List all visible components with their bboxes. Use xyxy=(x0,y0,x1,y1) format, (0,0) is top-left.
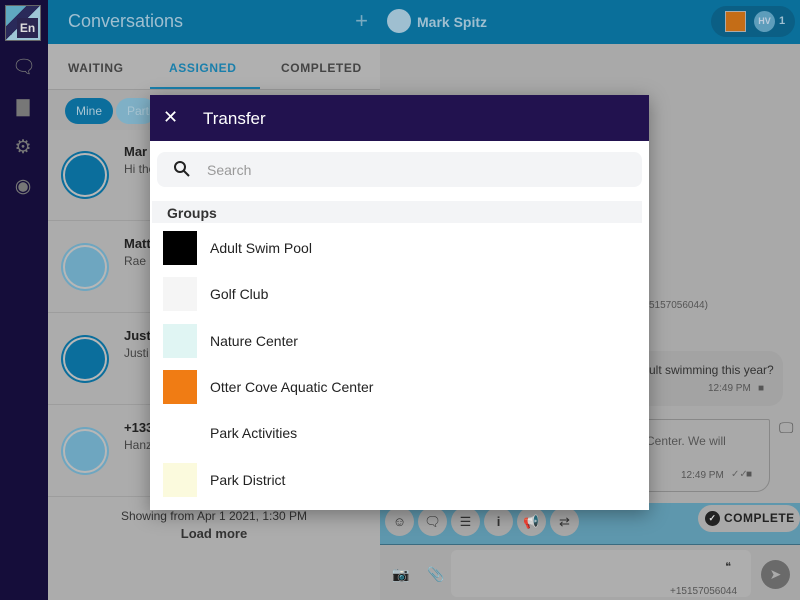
sms-icon: ■ xyxy=(758,383,765,394)
phone-number-text: 5157056044) xyxy=(649,300,708,311)
tab-completed[interactable]: COMPLETED xyxy=(281,61,362,75)
add-conversation-button[interactable]: + xyxy=(355,8,368,34)
notes-button[interactable]: ☰ xyxy=(451,507,480,536)
tab-assigned[interactable]: ASSIGNED xyxy=(169,61,236,75)
showing-from-text: Showing from Apr 1 2021, 1:30 PM xyxy=(120,509,308,523)
conversation-tabs: WAITING ASSIGNED COMPLETED xyxy=(48,44,380,90)
group-item[interactable]: Adult Swim Pool xyxy=(150,225,649,271)
broadcast-button[interactable]: 📢 xyxy=(517,507,546,536)
desktop-icon: 🖵 xyxy=(779,420,794,437)
group-item[interactable]: Park Activities xyxy=(150,410,649,456)
assigned-agents[interactable]: HV 1 xyxy=(711,6,795,37)
sms-icon: ■ xyxy=(746,469,753,480)
app-logo[interactable]: En xyxy=(5,5,41,41)
group-logo xyxy=(163,369,197,404)
active-tab-indicator xyxy=(150,87,260,89)
group-item[interactable]: Park District xyxy=(150,457,649,503)
search-input[interactable] xyxy=(207,152,627,187)
page-title: Conversations xyxy=(68,11,184,31)
info-button[interactable]: i xyxy=(484,507,513,536)
group-name: Otter Cove Aquatic Center xyxy=(210,378,374,395)
complete-button[interactable]: ✓ COMPLETE xyxy=(698,505,800,532)
conversations-button[interactable]: 🗨 xyxy=(418,507,447,536)
group-item[interactable]: Nature Center xyxy=(150,318,649,364)
avatar xyxy=(65,339,105,379)
filter-mine[interactable]: Mine xyxy=(65,98,114,124)
transfer-button[interactable]: ⇄ xyxy=(550,507,579,536)
dialog-header: ✕ Transfer xyxy=(150,95,649,141)
conversations-header: Conversations + xyxy=(48,0,380,44)
camera-icon[interactable]: 📷 xyxy=(392,566,409,583)
contact-avatar-icon xyxy=(387,9,411,33)
chat-icon[interactable]: 🗨 xyxy=(12,57,36,79)
quick-reply-icon[interactable]: ❝ xyxy=(725,560,731,573)
group-item[interactable]: Golf Club xyxy=(150,271,649,317)
gear-icon[interactable]: ⚙ xyxy=(12,137,34,159)
search-field xyxy=(157,152,642,187)
agent-avatar: HV xyxy=(754,11,775,32)
group-logo xyxy=(725,11,746,32)
check-icon: ✓ xyxy=(705,511,720,526)
group-name: Nature Center xyxy=(210,332,298,349)
dialog-title: Transfer xyxy=(203,109,266,128)
group-logo xyxy=(163,323,197,358)
close-icon[interactable]: ✕ xyxy=(163,107,178,128)
chart-icon[interactable]: ▇ xyxy=(12,97,34,119)
message-composer: 📷 📎 ❝ +15157056044 ➤ xyxy=(380,545,800,600)
sidebar: En 🗨 ▇ ⚙ ◉ xyxy=(0,0,48,600)
tab-waiting[interactable]: WAITING xyxy=(68,61,124,75)
group-name: Park District xyxy=(210,471,286,488)
transfer-dialog: ✕ Transfer Groups Adult Swim Pool Golf Cl… xyxy=(150,95,649,510)
group-name: Adult Swim Pool xyxy=(210,240,312,256)
chat-header: Mark Spitz HV 1 xyxy=(380,0,800,44)
avatar xyxy=(65,155,105,195)
search-icon xyxy=(174,161,190,177)
group-name: Golf Club xyxy=(210,286,269,303)
avatar xyxy=(65,247,105,287)
attachment-icon[interactable]: 📎 xyxy=(427,566,444,583)
group-logo xyxy=(163,277,197,312)
from-number[interactable]: +15157056044 xyxy=(670,586,737,597)
contact-button[interactable]: ☺ xyxy=(385,507,414,536)
group-logo xyxy=(163,416,197,451)
contact-name[interactable]: Mark Spitz xyxy=(417,14,487,30)
user-icon[interactable]: ◉ xyxy=(12,176,34,198)
send-button[interactable]: ➤ xyxy=(761,560,790,589)
groups-heading: Groups xyxy=(152,201,642,223)
group-logo xyxy=(163,462,197,497)
group-logo xyxy=(163,231,197,265)
avatar xyxy=(65,431,105,471)
load-more-button[interactable]: Load more xyxy=(48,526,380,541)
group-item[interactable]: Otter Cove Aquatic Center xyxy=(150,364,649,410)
group-name: Park Activities xyxy=(210,425,298,442)
agent-count: 1 xyxy=(779,15,786,27)
